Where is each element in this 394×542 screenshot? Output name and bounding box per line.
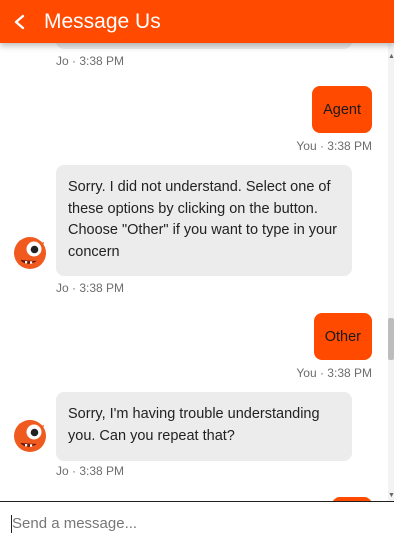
message-bubble-user: Other	[313, 313, 372, 360]
page-title: Message Us	[44, 9, 161, 33]
back-button[interactable]	[2, 0, 38, 43]
message-input[interactable]	[10, 510, 384, 536]
scroll-down-icon[interactable]: ▼	[388, 492, 394, 500]
app-header: Message Us	[0, 0, 394, 43]
message-meta: You · 3:38 PM	[296, 139, 372, 153]
message-meta: You · 3:38 PM	[296, 366, 372, 380]
chat-scrollbar[interactable]	[388, 43, 394, 501]
message-text: Sorry, I'm having trouble understanding …	[68, 406, 320, 444]
scroll-up-icon[interactable]: ▲	[388, 53, 394, 61]
message-text: Agent	[323, 101, 361, 118]
message-bubble-bot: Sorry. I did not understand. Select one …	[56, 165, 352, 276]
bot-avatar-icon	[14, 237, 46, 269]
message-meta: Jo · 3:38 PM	[56, 464, 125, 478]
message-bubble-user: Agent	[312, 86, 372, 133]
message-composer	[0, 501, 394, 542]
message-meta: Jo · 3:38 PM	[56, 54, 125, 68]
message-text: Sorry. I did not understand. Select one …	[68, 179, 338, 260]
chat-thread[interactable]: Jo · 3:38 PM Agent You · 3:38 PM Sorry. …	[0, 43, 394, 501]
chevron-left-icon	[14, 14, 25, 29]
scrollbar-thumb[interactable]	[388, 318, 394, 360]
message-bubble-bot: Sorry, I'm having trouble understanding …	[56, 392, 352, 461]
bot-avatar-icon	[14, 420, 46, 452]
message-meta: Jo · 3:38 PM	[56, 281, 125, 295]
message-text: Other	[324, 328, 361, 345]
message-bubble-bot	[56, 43, 352, 49]
